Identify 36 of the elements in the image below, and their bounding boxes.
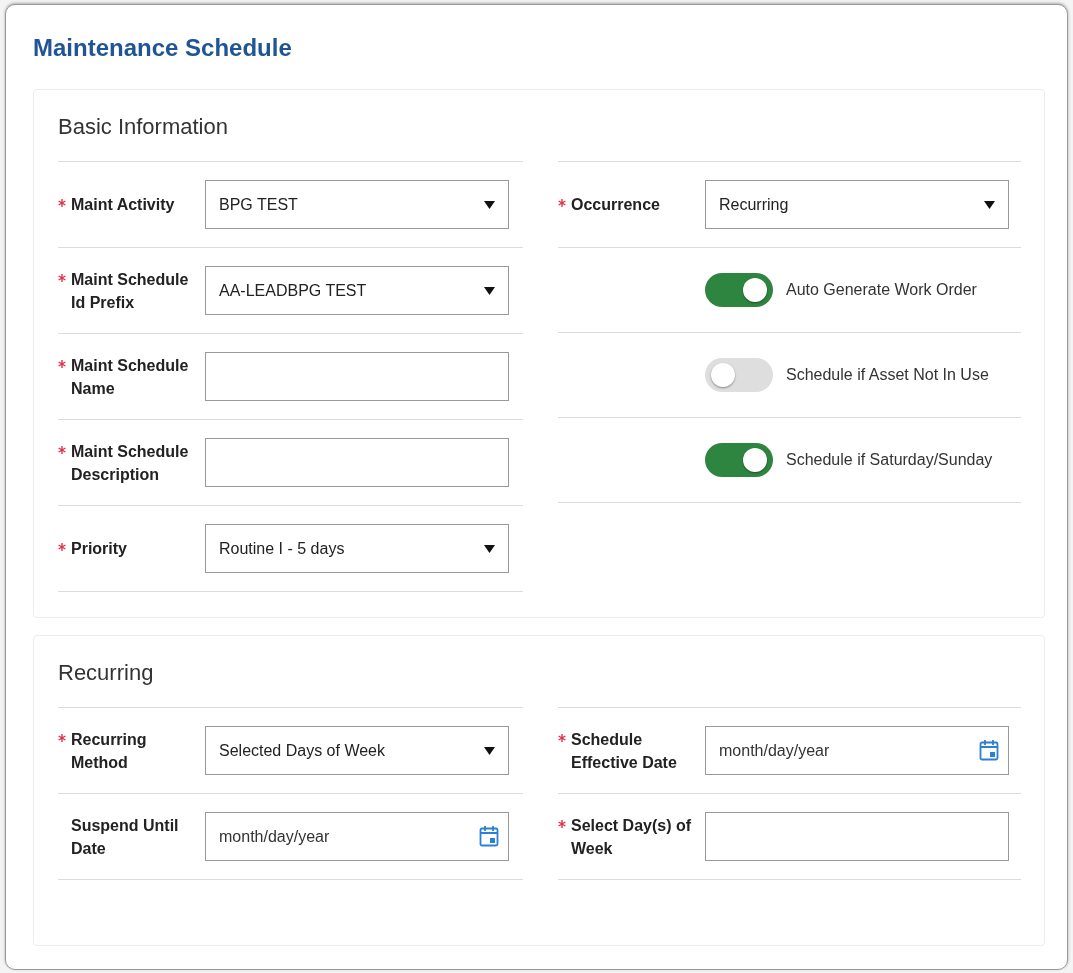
toggle-label: Schedule if Asset Not In Use [786, 365, 989, 385]
toggle-switch[interactable] [705, 443, 773, 477]
section-title: Basic Information [58, 113, 229, 141]
input-field[interactable] [705, 812, 1009, 861]
date-field[interactable]: month/day/year [205, 812, 509, 861]
toggle-label: Schedule if Saturday/Sunday [786, 450, 993, 470]
toggle-switch[interactable] [705, 358, 773, 392]
input-field[interactable] [205, 438, 509, 487]
dropdown-field[interactable]: AA-LEADBPG TEST [205, 266, 509, 315]
dropdown-field[interactable]: Recurring [705, 180, 1009, 229]
field-label: Maint Activity [71, 195, 176, 215]
date-field[interactable]: month/day/year [705, 726, 1009, 775]
dropdown-field[interactable]: BPG TEST [205, 180, 509, 229]
caret-icon [484, 544, 495, 553]
field-label: Recurring Method [71, 729, 148, 773]
field-label: Select Day(s) of Week [571, 815, 693, 859]
toggle-switch[interactable] [705, 273, 773, 307]
calendar-icon [979, 739, 999, 761]
toggle-label: Auto Generate Work Order [786, 280, 977, 300]
input-field[interactable] [205, 352, 509, 401]
field-label: Suspend Until Date [71, 815, 180, 859]
caret-icon [484, 200, 495, 209]
field-label: Priority [71, 539, 128, 559]
dropdown-field[interactable]: Selected Days of Week [205, 726, 509, 775]
dropdown-field[interactable]: Routine I - 5 days [205, 524, 509, 573]
caret-icon [984, 200, 995, 209]
field-label: Occurrence [571, 195, 661, 215]
page-title: Maintenance Schedule [33, 33, 293, 63]
caret-icon [484, 746, 495, 755]
field-label: Maint Schedule Description [71, 441, 190, 485]
section-title: Recurring [58, 659, 155, 687]
field-label: Maint Schedule Id Prefix [71, 269, 190, 313]
field-label: Schedule Effective Date [571, 729, 678, 773]
caret-icon [484, 286, 495, 295]
field-label: Maint Schedule Name [71, 355, 190, 399]
calendar-icon [479, 825, 499, 847]
